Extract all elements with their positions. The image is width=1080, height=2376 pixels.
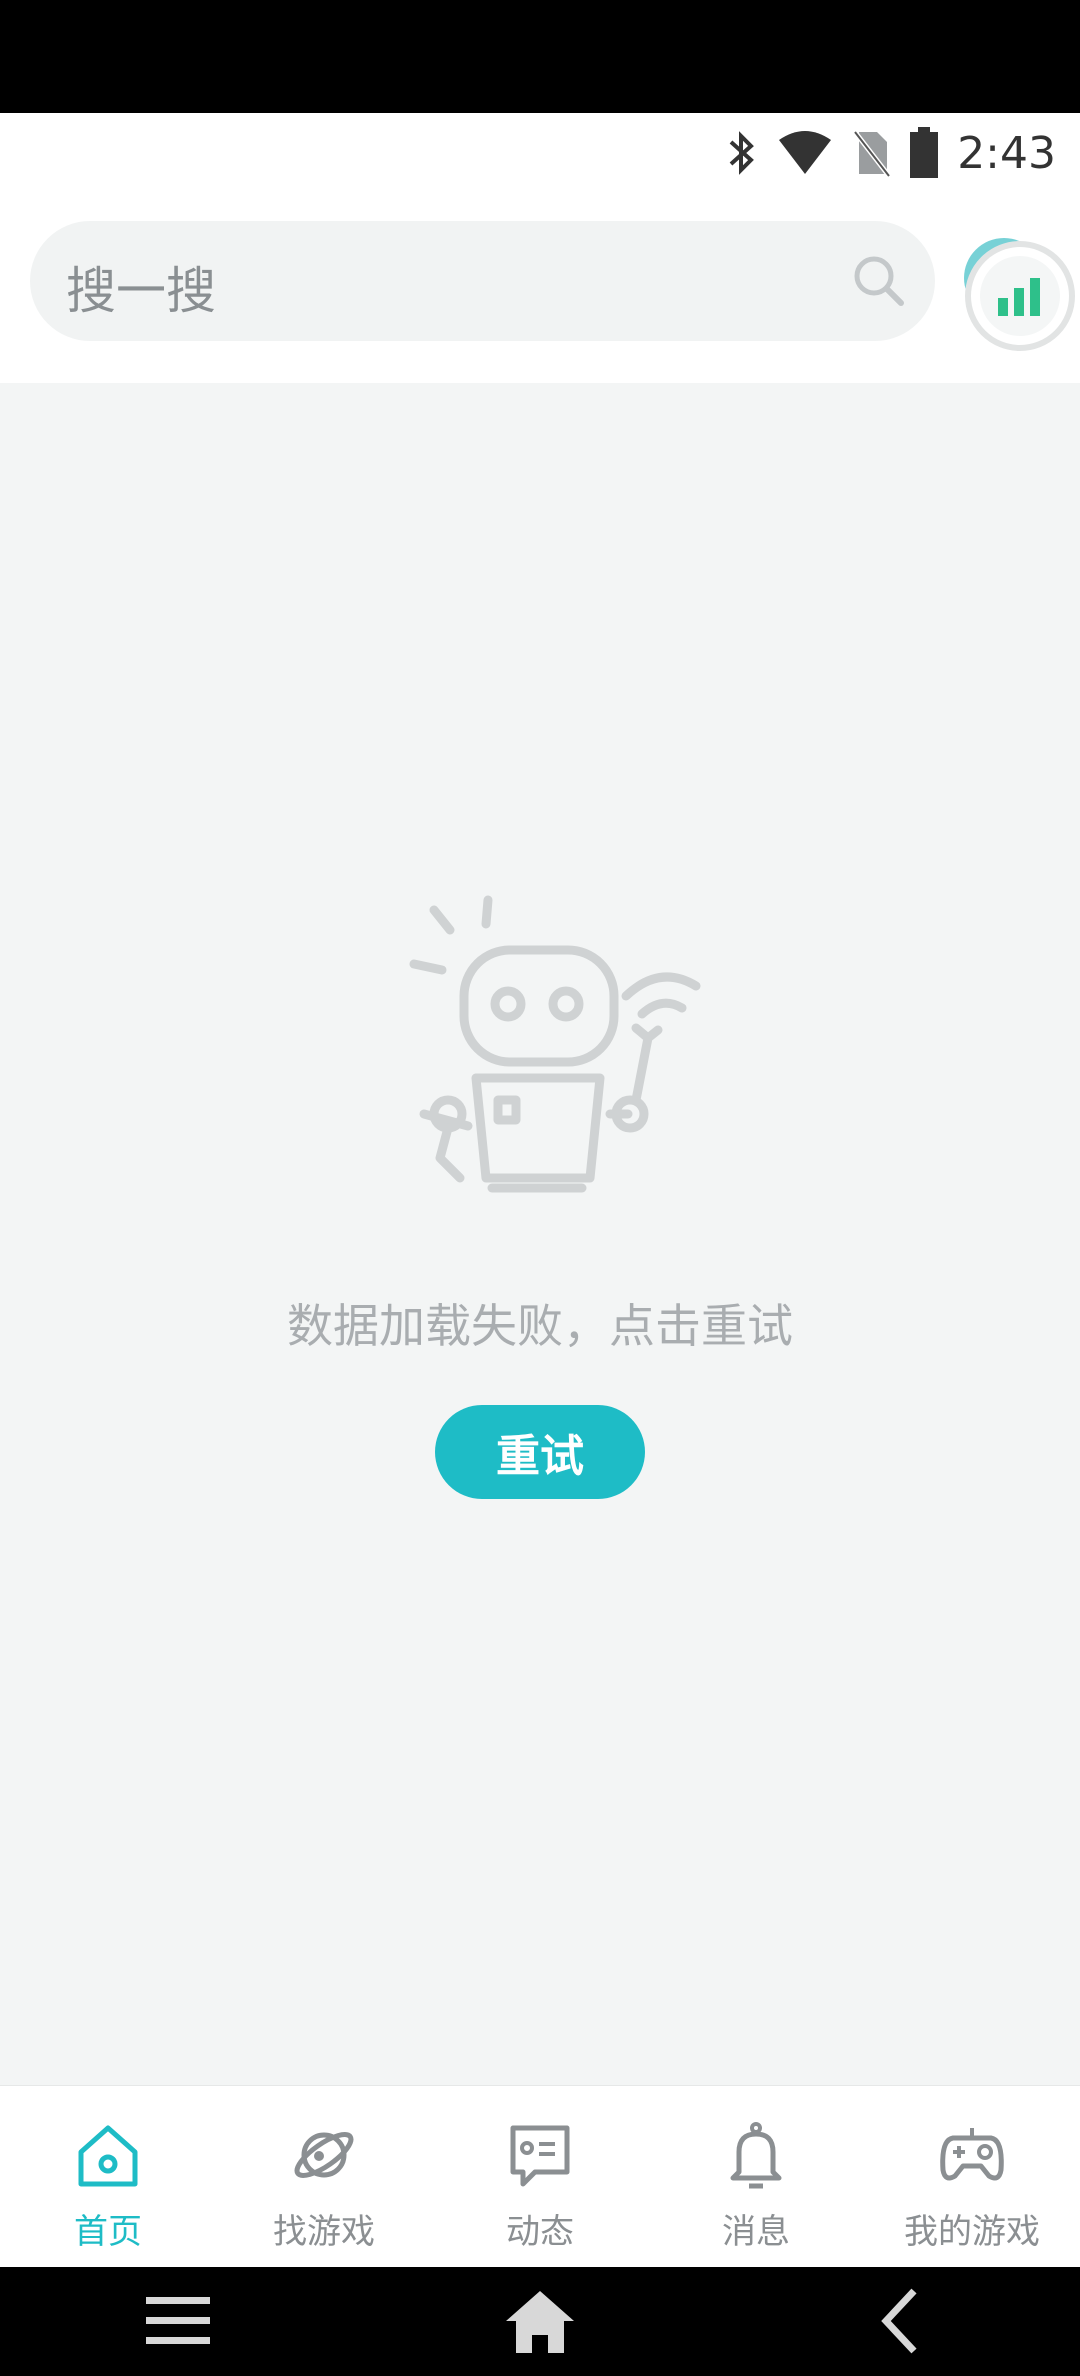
menu-icon[interactable] (138, 2285, 218, 2357)
bluetooth-icon (729, 131, 755, 175)
tab-home-label: 首页 (74, 2212, 142, 2252)
bottom-tab-bar: 首页 找游戏 动态 消息 我的游戏 (0, 2085, 1080, 2268)
content-area (0, 383, 1080, 2085)
tab-messages[interactable]: 消息 (648, 2086, 864, 2268)
top-black-bar (0, 0, 1080, 113)
system-nav-bar (0, 2267, 1080, 2376)
status-bar: 2:43 (0, 113, 1080, 193)
tab-my-games-label: 我的游戏 (904, 2212, 1040, 2252)
planet-icon (294, 2132, 354, 2178)
signal-bars-icon[interactable] (962, 236, 1078, 352)
search-input[interactable]: 搜一搜 (30, 221, 935, 341)
retry-button[interactable]: 重试 (435, 1405, 645, 1499)
tab-my-games[interactable]: 我的游戏 (864, 2086, 1080, 2268)
search-placeholder: 搜一搜 (66, 262, 216, 320)
wifi-icon (779, 131, 832, 174)
status-icons: 2:43 (725, 123, 1056, 183)
message-card-icon (510, 2125, 570, 2187)
home-nav-icon[interactable] (500, 2285, 580, 2357)
bell-icon (730, 2122, 782, 2189)
battery-icon (910, 127, 939, 178)
tab-home[interactable]: 首页 (0, 2086, 216, 2268)
tab-feed[interactable]: 动态 (432, 2086, 648, 2268)
robot-icon (409, 895, 701, 1193)
no-sim-icon (853, 130, 892, 178)
header: 搜一搜 (0, 193, 1080, 383)
back-icon[interactable] (862, 2285, 942, 2357)
home-icon (78, 2125, 138, 2187)
tab-messages-label: 消息 (722, 2212, 790, 2252)
search-icon[interactable] (849, 251, 909, 311)
status-time: 2:43 (957, 127, 1056, 179)
gamepad-icon (940, 2128, 1004, 2181)
avatar[interactable] (962, 236, 1078, 352)
error-message[interactable]: 数据加载失败，点击重试 (0, 1290, 1080, 1356)
tab-find-games[interactable]: 找游戏 (216, 2086, 432, 2268)
tab-feed-label: 动态 (506, 2212, 574, 2252)
tab-find-games-label: 找游戏 (273, 2212, 375, 2252)
